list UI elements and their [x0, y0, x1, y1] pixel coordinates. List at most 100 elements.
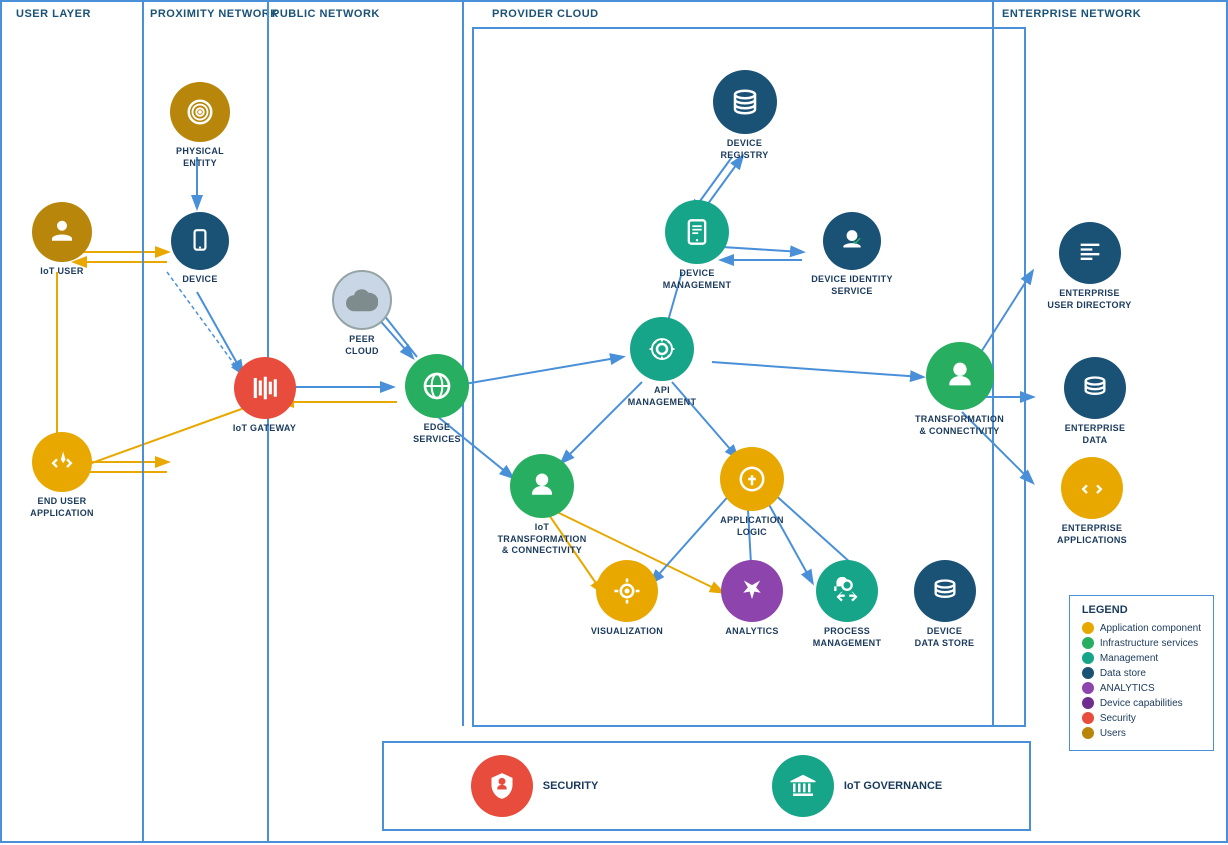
security-item: SECURITY: [471, 755, 599, 817]
legend-dot-infrastructure: [1082, 637, 1094, 649]
legend-label-management: Management: [1100, 653, 1158, 664]
iot-transformation-circle: [510, 454, 574, 518]
physical-entity-label: PHYSICALENTITY: [176, 146, 224, 169]
legend-dot-management: [1082, 652, 1094, 664]
iot-user-node: IoT USER: [22, 202, 102, 278]
transformation-connectivity-label: TRANSFORMATION& CONNECTIVITY: [915, 414, 1004, 437]
legend-dot-device-cap: [1082, 697, 1094, 709]
process-management-circle: [816, 560, 878, 622]
iot-transformation-label: IoT TRANSFORMATION& CONNECTIVITY: [492, 522, 592, 557]
physical-entity-circle: [170, 82, 230, 142]
enterprise-apps-node: ENTERPRISEAPPLICATIONS: [1042, 457, 1142, 546]
analytics-circle: [721, 560, 783, 622]
enterprise-user-dir-node: ENTERPRISEUSER DIRECTORY: [1037, 222, 1142, 311]
legend-datastore: Data store: [1082, 667, 1201, 679]
legend-dot-users: [1082, 727, 1094, 739]
process-management-node: PROCESSMANAGEMENT: [802, 560, 892, 649]
legend-device-cap: Device capabilities: [1082, 697, 1201, 709]
enterprise-apps-label: ENTERPRISEAPPLICATIONS: [1057, 523, 1127, 546]
divider-1: [142, 2, 144, 841]
device-registry-circle: [713, 70, 777, 134]
peer-cloud-node: PEERCLOUD: [322, 270, 402, 357]
end-user-app-label: END USERAPPLICATION: [30, 496, 94, 519]
legend-label-analytics: ANALYTICS: [1100, 683, 1155, 694]
device-data-store-circle: [914, 560, 976, 622]
transformation-connectivity-circle: [926, 342, 994, 410]
iot-user-label: IoT USER: [40, 266, 83, 278]
legend-management: Management: [1082, 652, 1201, 664]
iot-user-circle: [32, 202, 92, 262]
legend-security: Security: [1082, 712, 1201, 724]
physical-entity-node: PHYSICALENTITY: [160, 82, 240, 169]
device-data-store-label: DEVICEDATA STORE: [915, 626, 975, 649]
edge-services-label: EDGESERVICES: [413, 422, 461, 445]
security-label: SECURITY: [543, 780, 599, 792]
legend-analytics: ANALYTICS: [1082, 682, 1201, 694]
iot-governance-label: IoT GOVERNANCE: [844, 780, 942, 792]
application-logic-label: APPLICATIONLOGIC: [720, 515, 784, 538]
device-circle: [171, 212, 229, 270]
enterprise-user-dir-circle: [1059, 222, 1121, 284]
iot-gateway-node: IoT GATEWAY: [222, 357, 307, 435]
iot-transformation-node: IoT TRANSFORMATION& CONNECTIVITY: [492, 454, 592, 557]
enterprise-user-dir-label: ENTERPRISEUSER DIRECTORY: [1047, 288, 1131, 311]
analytics-node: ANALYTICS: [712, 560, 792, 638]
iot-governance-circle: [772, 755, 834, 817]
provider-cloud-header: PROVIDER CLOUD: [492, 8, 599, 20]
proximity-network-header: PROXIMITY NETWORK: [150, 8, 279, 20]
legend-dot-security: [1082, 712, 1094, 724]
end-user-app-node: END USERAPPLICATION: [17, 432, 107, 519]
legend-label-datastore: Data store: [1100, 668, 1146, 679]
end-user-app-circle: [32, 432, 92, 492]
device-registry-label: DEVICEREGISTRY: [720, 138, 768, 161]
bottom-section: SECURITY IoT GOVERNANCE: [382, 741, 1031, 831]
device-identity-label: DEVICE IDENTITYSERVICE: [811, 274, 893, 297]
device-identity-node: DEVICE IDENTITYSERVICE: [802, 212, 902, 297]
enterprise-data-circle: [1064, 357, 1126, 419]
visualization-circle: [596, 560, 658, 622]
main-diagram: USER LAYER PROXIMITY NETWORK PUBLIC NETW…: [0, 0, 1228, 843]
peer-cloud-circle: [332, 270, 392, 330]
device-registry-node: DEVICEREGISTRY: [702, 70, 787, 161]
iot-governance-item: IoT GOVERNANCE: [772, 755, 942, 817]
visualization-label: VISUALIZATION: [591, 626, 663, 638]
device-management-circle: [665, 200, 729, 264]
device-management-label: DEVICEMANAGEMENT: [663, 268, 732, 291]
enterprise-apps-circle: [1061, 457, 1123, 519]
device-label: DEVICE: [182, 274, 217, 286]
api-management-node: APIMANAGEMENT: [617, 317, 707, 408]
transformation-connectivity-node: TRANSFORMATION& CONNECTIVITY: [912, 342, 1007, 437]
peer-cloud-label: PEERCLOUD: [345, 334, 379, 357]
iot-gateway-circle: [234, 357, 296, 419]
legend-application-component: Application component: [1082, 622, 1201, 634]
legend-infrastructure: Infrastructure services: [1082, 637, 1201, 649]
device-node: DEVICE: [165, 212, 235, 286]
legend-label-application: Application component: [1100, 623, 1201, 634]
application-logic-node: APPLICATIONLOGIC: [707, 447, 797, 538]
application-logic-circle: [720, 447, 784, 511]
edge-services-node: EDGESERVICES: [392, 354, 482, 445]
device-data-store-node: DEVICEDATA STORE: [902, 560, 987, 649]
enterprise-network-header: ENTERPRISE NETWORK: [1002, 8, 1141, 20]
legend-users: Users: [1082, 727, 1201, 739]
process-management-label: PROCESSMANAGEMENT: [813, 626, 882, 649]
legend-label-users: Users: [1100, 728, 1126, 739]
device-identity-circle: [823, 212, 881, 270]
api-management-label: APIMANAGEMENT: [628, 385, 697, 408]
enterprise-data-label: ENTERPRISEDATA: [1065, 423, 1126, 446]
legend-title: LEGEND: [1082, 604, 1201, 616]
legend-dot-analytics: [1082, 682, 1094, 694]
device-management-node: DEVICEMANAGEMENT: [652, 200, 742, 291]
analytics-label: ANALYTICS: [725, 626, 778, 638]
legend-box: LEGEND Application component Infrastruct…: [1069, 595, 1214, 751]
enterprise-data-node: ENTERPRISEDATA: [1050, 357, 1140, 446]
iot-gateway-label: IoT GATEWAY: [233, 423, 296, 435]
legend-dot-datastore: [1082, 667, 1094, 679]
legend-label-device-cap: Device capabilities: [1100, 698, 1183, 709]
edge-services-circle: [405, 354, 469, 418]
legend-label-infrastructure: Infrastructure services: [1100, 638, 1198, 649]
legend-dot-application: [1082, 622, 1094, 634]
user-layer-header: USER LAYER: [16, 8, 91, 20]
visualization-node: VISUALIZATION: [582, 560, 672, 638]
legend-label-security: Security: [1100, 713, 1136, 724]
